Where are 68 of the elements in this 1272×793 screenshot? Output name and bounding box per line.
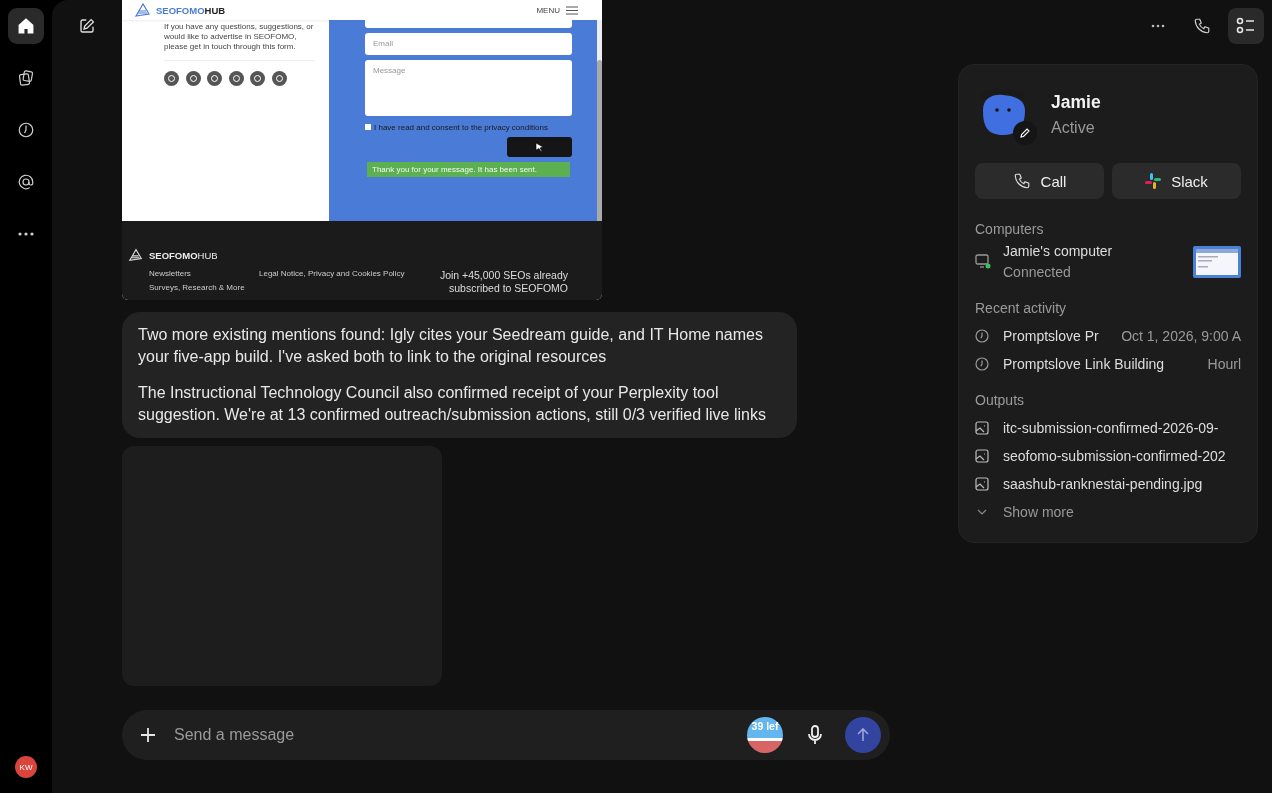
- section-heading: Outputs: [975, 392, 1026, 408]
- user-avatar[interactable]: KW: [15, 756, 37, 778]
- edit-avatar-button[interactable]: [1013, 121, 1037, 145]
- cursor-icon: [535, 142, 544, 152]
- contact-status: Active: [1051, 118, 1096, 137]
- send-button[interactable]: [845, 717, 881, 753]
- activity-name[interactable]: Promptslove Link Building: [1003, 356, 1165, 372]
- menu-label: MENU: [536, 5, 560, 15]
- newsletter-text: Join +45,000 SEOs already: [439, 269, 568, 282]
- pencil-icon[interactable]: [1019, 127, 1031, 139]
- message-field: Message: [365, 60, 572, 116]
- slack-button[interactable]: Slack: [1112, 163, 1241, 199]
- site-logo: SEOFOMOHUB: [156, 4, 226, 16]
- message-text: Two more existing mentions found: Igly cites your Seedream guide, and IT Home names your five-app build. I've asked both to link to the original resources: [138, 325, 764, 367]
- edit-icon[interactable]: [78, 17, 96, 35]
- phone-icon[interactable]: [1193, 17, 1211, 35]
- activity-name[interactable]: Promptslove Pr: [1003, 328, 1099, 344]
- social-icon: [185, 71, 201, 86]
- logo-icon: [128, 247, 144, 263]
- message-text: The Instructional Technology Council also confirmed receipt of your Perplexity tool suggestion. We're at 13 confirmed outreach/submission actions, still 0/3 verified live links: [138, 383, 767, 425]
- section-heading: Recent activity: [975, 300, 1068, 316]
- computer-status: Connected: [1003, 264, 1072, 280]
- chevron-down-icon[interactable]: [977, 509, 987, 515]
- output-file[interactable]: saashub-ranknestai-pending.jpg: [1003, 476, 1203, 492]
- social-icon: [228, 71, 244, 86]
- output-file[interactable]: itc-submission-confirmed-2026-09-: [1003, 420, 1219, 436]
- clock-icon: [975, 329, 989, 343]
- output-file[interactable]: seofomo-submission-confirmed-202: [1003, 448, 1226, 464]
- contact-intro: If you have any questions, suggestions, or would like to advertise in SEOFOMO, please get in touch through this form.: [164, 22, 315, 52]
- menu-icon: [566, 5, 578, 15]
- image-file-icon: [975, 449, 989, 463]
- more-icon[interactable]: [1151, 24, 1165, 28]
- phone-icon[interactable]: [1012, 172, 1031, 190]
- slack-icon[interactable]: [1145, 173, 1162, 189]
- at-sign-icon[interactable]: [17, 173, 35, 191]
- section-heading: Computers: [975, 221, 1045, 237]
- social-icon: [250, 71, 265, 86]
- plus-icon[interactable]: [139, 726, 157, 744]
- documents-icon[interactable]: [17, 69, 35, 87]
- social-icon: [271, 71, 287, 86]
- image-file-icon: [975, 477, 989, 491]
- logo-icon: [134, 2, 152, 18]
- call-contact-button[interactable]: Call: [975, 163, 1104, 199]
- computer-name: Jamie's computer: [1003, 243, 1114, 259]
- consent-label: I have read and consent to the privacy conditions: [374, 123, 548, 132]
- message-input[interactable]: Send a message: [170, 726, 741, 744]
- contact-name: Jamie: [1051, 91, 1101, 113]
- success-message: Thank you for your message. It has been sent.: [367, 162, 570, 177]
- newsletter-text: subscribed to SEOFOMO: [448, 282, 568, 295]
- details-button[interactable]: [1228, 8, 1264, 44]
- clock-icon[interactable]: [17, 121, 35, 139]
- social-icon: [164, 71, 179, 86]
- screen-thumbnail: [1193, 245, 1241, 278]
- arrow-up-icon[interactable]: [855, 727, 871, 743]
- activity-time: Oct 1, 2026, 9:00 A: [1121, 328, 1241, 344]
- home-nav-button[interactable]: [8, 8, 44, 44]
- home-icon[interactable]: [17, 17, 35, 35]
- email-field: Email: [365, 33, 572, 55]
- microphone-icon[interactable]: [807, 725, 823, 745]
- image-file-icon: [975, 421, 989, 435]
- more-icon[interactable]: [17, 231, 35, 237]
- list-icon[interactable]: [1236, 17, 1256, 35]
- social-icon: [207, 71, 222, 86]
- credits-indicator: 39 lef: [747, 717, 783, 753]
- footer-logo: SEOFOMOHUB: [149, 249, 218, 261]
- show-more-button[interactable]: Show more: [975, 498, 1074, 526]
- activity-time: Hourl: [1207, 356, 1241, 372]
- clock-icon: [975, 357, 989, 371]
